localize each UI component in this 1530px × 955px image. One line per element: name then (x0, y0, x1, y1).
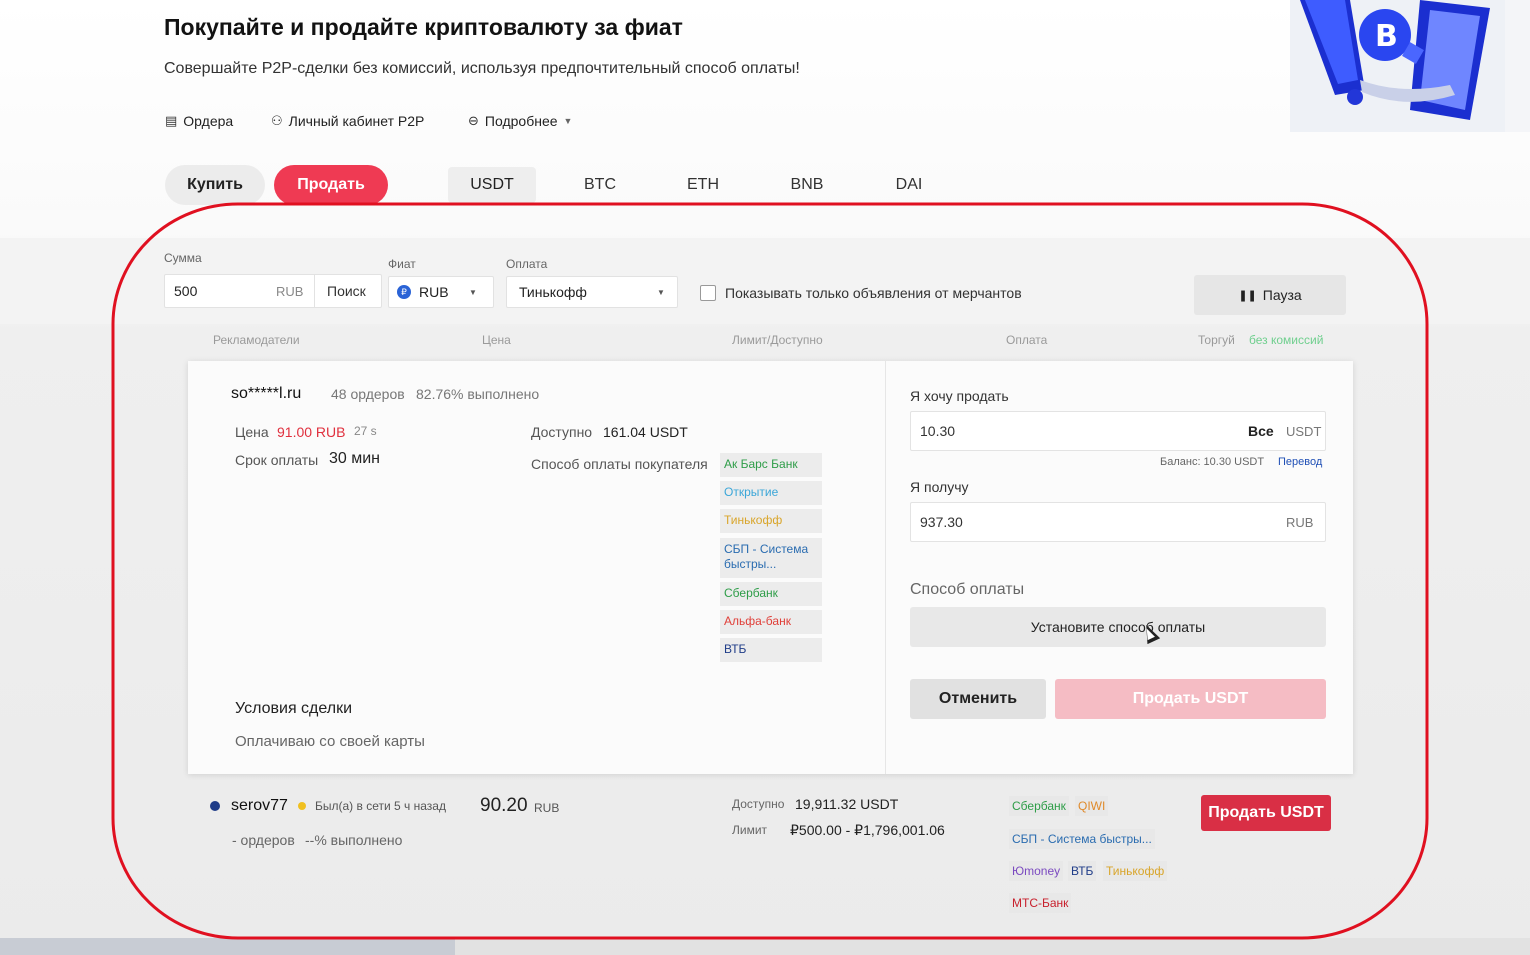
balance-text: Баланс: 10.30 USDT (1160, 456, 1265, 468)
rub-coin-icon: ₽ (397, 285, 411, 299)
sell-amount-input[interactable]: 10.30 Все USDT (910, 411, 1326, 451)
payment-tag: МТС-Банк (1009, 893, 1072, 913)
payment-tag: СБП - Система быстры... (1009, 829, 1155, 849)
set-payment-button[interactable]: Установите способ оплаты (910, 607, 1326, 647)
payment-label: Оплата (506, 257, 548, 271)
amount-value: 500 (174, 283, 198, 299)
row-available-label: Доступно (732, 797, 785, 811)
advertiser-orders: 48 ордеров (331, 386, 405, 402)
fiat-label: Фиат (388, 257, 416, 271)
terms-text: Оплачиваю со своей карты (235, 733, 425, 750)
method-tag: СБП - Система быстры... (720, 538, 822, 578)
bottom-strip-highlight (0, 938, 455, 955)
row-limit-value: ₽500.00 - ₽1,796,001.06 (790, 822, 945, 838)
page-subtitle: Совершайте P2P-сделки без комиссий, испо… (164, 60, 800, 77)
row-price: 90.20 (480, 795, 528, 816)
amount-label: Сумма (164, 251, 202, 265)
payment-tag: ВТБ (1068, 861, 1097, 881)
payment-value: Тинькофф (519, 284, 587, 300)
nav-more[interactable]: ⊖ Подробнее ▼ (468, 113, 572, 129)
col-price: Цена (482, 333, 511, 347)
price-value: 91.00 RUB (277, 424, 346, 440)
transfer-link[interactable]: Перевод (1278, 456, 1322, 468)
row-available-value: 19,911.32 USDT (795, 796, 899, 812)
available-label: Доступно (531, 424, 593, 440)
payment-tag: QIWI (1075, 796, 1109, 816)
receive-amount-value: 937.30 (920, 514, 963, 530)
advertiser-name[interactable]: serov77 (231, 797, 288, 815)
sell-amount-value: 10.30 (920, 423, 956, 439)
receive-label: Я получу (910, 479, 969, 495)
no-fee-badge: без комиссий (1249, 333, 1324, 347)
coin-tab-bnb[interactable]: BNB (772, 167, 842, 203)
available-value: 161.04 USDT (603, 424, 688, 440)
method-tag: Ак Барс Банк (720, 453, 822, 477)
amount-field[interactable]: 500 RUB Поиск (164, 274, 382, 308)
amount-currency: RUB (276, 283, 304, 299)
chevron-down-icon: ▼ (469, 287, 477, 297)
pause-button[interactable]: ❚❚ Пауза (1194, 275, 1346, 315)
coin-tab-dai[interactable]: DAI (874, 167, 944, 203)
term-value: 30 мин (329, 450, 381, 467)
payment-method-label: Способ оплаты (910, 581, 1025, 598)
more-icon: ⊖ (468, 113, 479, 128)
col-advertisers: Рекламодатели (213, 333, 300, 347)
orders-icon: ▤ (165, 113, 178, 128)
cancel-button[interactable]: Отменить (910, 679, 1046, 719)
col-limit: Лимит/Доступно (732, 333, 823, 347)
method-tag: Альфа-банк (720, 610, 822, 634)
method-tag: Сбербанк (720, 582, 822, 606)
advertiser-name[interactable]: so*****l.ru (231, 385, 301, 403)
online-status-dot (298, 802, 306, 810)
price-label: Цена (235, 424, 269, 440)
col-payment: Оплата (1006, 333, 1048, 347)
all-button[interactable]: Все (1248, 423, 1286, 439)
payment-tag: Тинькофф (1103, 861, 1168, 881)
svg-text:B: B (1375, 19, 1398, 54)
coin-tab-btc[interactable]: BTC (565, 167, 635, 203)
verified-icon (210, 801, 220, 811)
nav-p2p-profile[interactable]: ⚇ Личный кабинет P2P (271, 113, 424, 129)
row-limit-label: Лимит (732, 823, 768, 837)
advertiser-completion: 82.76% выполнено (416, 386, 540, 402)
online-status: Был(а) в сети 5 ч назад (315, 799, 446, 813)
caret-down-icon: ▼ (563, 116, 573, 126)
row-price-currency: RUB (534, 801, 560, 815)
buyer-methods-label: Способ оплаты покупателя (531, 456, 708, 472)
sell-usdt-submit-button[interactable]: Продать USDT (1055, 679, 1326, 719)
terms-title: Условия сделки (235, 700, 353, 717)
banner-illustration: B (1290, 0, 1530, 132)
receive-currency: RUB (1286, 514, 1314, 530)
payment-tag: Юmoney (1009, 861, 1064, 881)
chevron-down-icon: ▼ (657, 287, 665, 297)
profile-icon: ⚇ (271, 113, 283, 128)
fiat-select[interactable]: ₽ RUB ▼ (388, 276, 494, 308)
nav-orders[interactable]: ▤ Ордера (165, 113, 233, 129)
row-sell-usdt-button[interactable]: Продать USDT (1201, 795, 1331, 831)
search-button[interactable]: Поиск (315, 283, 366, 299)
pause-icon: ❚❚ (1238, 289, 1257, 302)
coin-tab-eth[interactable]: ETH (668, 167, 738, 203)
payment-tag: Сбербанк (1009, 796, 1069, 816)
method-tag: Открытие (720, 481, 822, 505)
row-orders: - ордеров (232, 832, 295, 848)
method-tag: ВТБ (720, 638, 822, 662)
buy-tab[interactable]: Купить (165, 165, 265, 205)
page-title: Покупайте и продайте криптовалюту за фиа… (164, 14, 683, 40)
col-trade: Торгуй (1198, 333, 1235, 347)
method-tag: Тинькофф (720, 509, 822, 533)
price-timer: 27 s (354, 424, 377, 438)
merchants-checkbox-label: Показывать только объявления от мерчанто… (725, 285, 1022, 301)
sell-currency: USDT (1286, 423, 1322, 439)
payment-select[interactable]: Тинькофф ▼ (506, 276, 678, 308)
sell-tab[interactable]: Продать (274, 165, 388, 205)
row-completion: --% выполнено (305, 832, 403, 848)
card-divider (885, 361, 886, 774)
merchants-checkbox[interactable] (700, 285, 716, 301)
coin-tab-usdt[interactable]: USDT (448, 167, 536, 203)
term-label: Срок оплаты (235, 452, 319, 468)
want-sell-label: Я хочу продать (910, 388, 1009, 404)
fiat-value: RUB (419, 284, 449, 300)
receive-amount-input[interactable]: 937.30 RUB (910, 502, 1326, 542)
